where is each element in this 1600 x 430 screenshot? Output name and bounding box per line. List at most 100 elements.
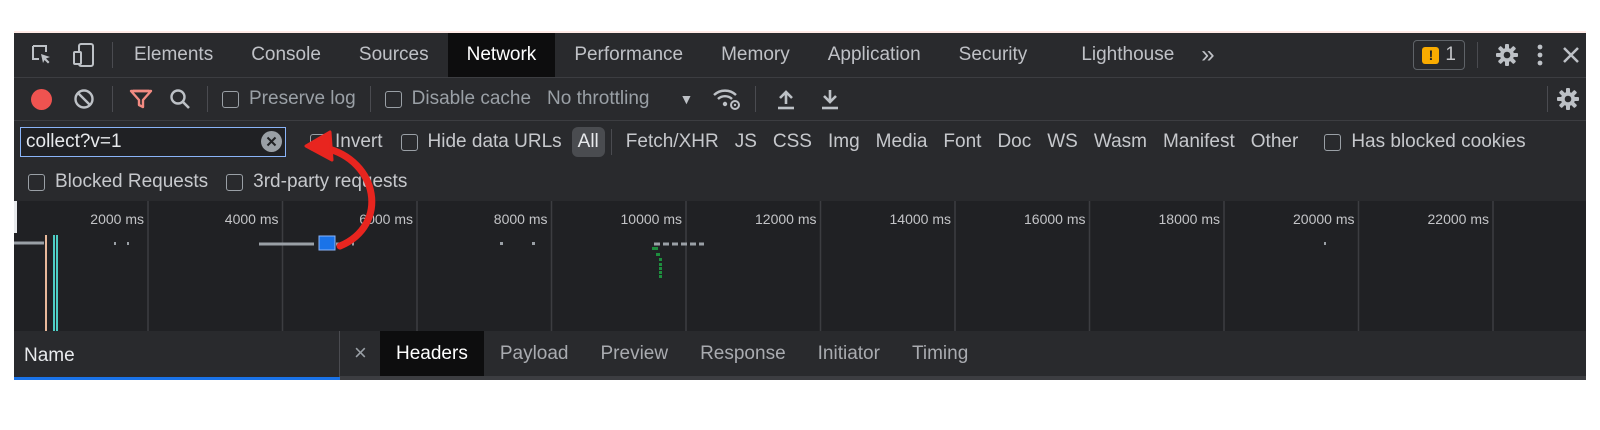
filter-type-doc[interactable]: Doc	[989, 131, 1039, 153]
separator	[755, 86, 757, 112]
timeline-tick-label: 4000 ms	[225, 211, 279, 227]
timeline-tick-label: 12000 ms	[755, 211, 816, 227]
invert-checkbox[interactable]	[310, 133, 327, 151]
filter-input-box[interactable]: collect?v=1	[20, 127, 286, 157]
disable-cache-label: Disable cache	[411, 88, 532, 109]
tab-elements[interactable]: Elements	[115, 33, 232, 77]
has-blocked-cookies-checkbox[interactable]	[1324, 133, 1342, 151]
throttling-select[interactable]: No throttling	[547, 88, 649, 110]
timeline-request-cluster	[652, 247, 662, 278]
export-har-icon[interactable]	[808, 78, 852, 120]
timeline-tick-label: 2000 ms	[90, 211, 144, 227]
tab-console[interactable]: Console	[232, 33, 340, 77]
filter-type-ws[interactable]: WS	[1039, 131, 1086, 153]
separator	[369, 86, 371, 112]
timeline-request-dot	[532, 242, 535, 245]
filter-type-all[interactable]: All	[571, 127, 605, 157]
third-party-requests-label: 3rd-party requests	[253, 171, 408, 192]
tab-response[interactable]: Response	[684, 331, 802, 376]
tab-sources[interactable]: Sources	[340, 33, 448, 77]
timeline-load-line	[56, 235, 58, 331]
has-blocked-cookies-label: Has blocked cookies	[1351, 131, 1526, 152]
timeline-tick-label: 10000 ms	[621, 211, 682, 227]
close-detail-icon[interactable]: ×	[354, 340, 367, 366]
search-icon[interactable]	[161, 78, 199, 120]
preserve-log-checkbox[interactable]	[222, 90, 239, 108]
timeline-request-dot	[500, 242, 503, 245]
blocked-requests-label: Blocked Requests	[55, 171, 209, 192]
timeline-tick-label: 20000 ms	[1293, 211, 1354, 227]
record-button[interactable]	[18, 78, 64, 120]
timeline-tick-label: 22000 ms	[1428, 211, 1489, 227]
timeline-request-dot	[127, 242, 129, 245]
detail-divider	[340, 376, 1586, 380]
blocked-requests-checkbox[interactable]	[28, 173, 45, 191]
timeline-tick-label: 6000 ms	[359, 211, 413, 227]
device-toolbar-icon[interactable]	[64, 33, 104, 77]
filter-type-wasm[interactable]: Wasm	[1086, 131, 1155, 153]
issues-badge[interactable]: ! 1	[1413, 40, 1465, 70]
clear-icon[interactable]	[64, 78, 104, 120]
tab-security[interactable]: Security	[940, 33, 1047, 77]
tab-memory[interactable]: Memory	[702, 33, 809, 77]
tab-performance[interactable]: Performance	[555, 33, 702, 77]
timeline-tick-label: 14000 ms	[890, 211, 951, 227]
issues-count: 1	[1445, 44, 1456, 65]
name-column-header[interactable]: Name	[14, 331, 340, 380]
tab-payload[interactable]: Payload	[484, 331, 585, 376]
hide-data-urls-checkbox[interactable]	[400, 133, 418, 151]
timeline-tick-label: 16000 ms	[1024, 211, 1085, 227]
hide-data-urls-label: Hide data URLs	[427, 131, 562, 152]
tab-lighthouse[interactable]: Lighthouse	[1062, 33, 1193, 77]
tab-network[interactable]: Network	[447, 33, 556, 77]
filter-type-manifest[interactable]: Manifest	[1155, 131, 1243, 153]
close-devtools-icon[interactable]	[1556, 33, 1586, 77]
timeline-load-line	[53, 235, 55, 331]
tab-headers[interactable]: Headers	[380, 331, 484, 376]
filter-type-fetch-xhr[interactable]: Fetch/XHR	[618, 131, 727, 153]
filter-type-css[interactable]: CSS	[765, 131, 820, 153]
filter-type-other[interactable]: Other	[1243, 131, 1307, 153]
name-column-label: Name	[24, 344, 75, 366]
filter-bar-secondary: Blocked Requests 3rd-party requests	[14, 163, 1586, 202]
separator	[112, 86, 113, 112]
timeline-tick-label: 18000 ms	[1159, 211, 1220, 227]
timeline-tick-label: 8000 ms	[494, 211, 548, 227]
tab-preview[interactable]: Preview	[585, 331, 685, 376]
clear-filter-icon[interactable]	[261, 131, 282, 152]
filter-icon[interactable]	[121, 78, 161, 120]
tab-timing[interactable]: Timing	[896, 331, 984, 376]
tab-application[interactable]: Application	[809, 33, 940, 77]
network-toolbar: Preserve log Disable cache No throttling…	[14, 78, 1586, 121]
disable-cache-checkbox[interactable]	[384, 90, 402, 108]
requests-detail-header: Name × Headers Payload Preview Response …	[14, 331, 1586, 380]
timeline-request-selected	[318, 235, 336, 251]
main-tab-bar: Elements Console Sources Network Perform…	[14, 33, 1586, 78]
separator	[207, 86, 208, 112]
detail-tab-bar: Headers Payload Preview Response Initiat…	[380, 331, 984, 376]
inspect-element-icon[interactable]	[20, 33, 64, 77]
timeline-selection-handle[interactable]	[14, 201, 17, 233]
separator	[1547, 86, 1548, 112]
separator	[610, 129, 612, 155]
filter-type-js[interactable]: JS	[727, 131, 765, 153]
settings-gear-icon[interactable]	[1490, 33, 1524, 77]
separator	[1477, 42, 1478, 68]
filter-type-media[interactable]: Media	[868, 131, 936, 153]
timeline-dom-content-loaded-line	[45, 235, 47, 331]
filter-type-img[interactable]: Img	[820, 131, 868, 153]
network-overview-timeline[interactable]: 2000 ms 4000 ms 6000 ms 8000 ms 10000 ms 1200…	[14, 201, 1586, 332]
network-settings-icon[interactable]	[1556, 78, 1586, 120]
invert-label: Invert	[335, 131, 383, 152]
filter-type-font[interactable]: Font	[935, 131, 989, 153]
filter-bar: collect?v=1 Invert Hide data URLs All Fe…	[14, 121, 1586, 163]
tab-initiator[interactable]: Initiator	[802, 331, 896, 376]
network-conditions-icon[interactable]	[707, 78, 747, 120]
throttling-dropdown-icon[interactable]: ▼	[679, 91, 693, 107]
issue-warning-icon: !	[1422, 46, 1440, 64]
import-har-icon[interactable]	[764, 78, 808, 120]
third-party-requests-checkbox[interactable]	[226, 173, 244, 191]
filter-input[interactable]: collect?v=1	[26, 131, 122, 153]
more-options-icon[interactable]	[1524, 33, 1556, 77]
more-tabs-button[interactable]: »	[1193, 33, 1222, 77]
